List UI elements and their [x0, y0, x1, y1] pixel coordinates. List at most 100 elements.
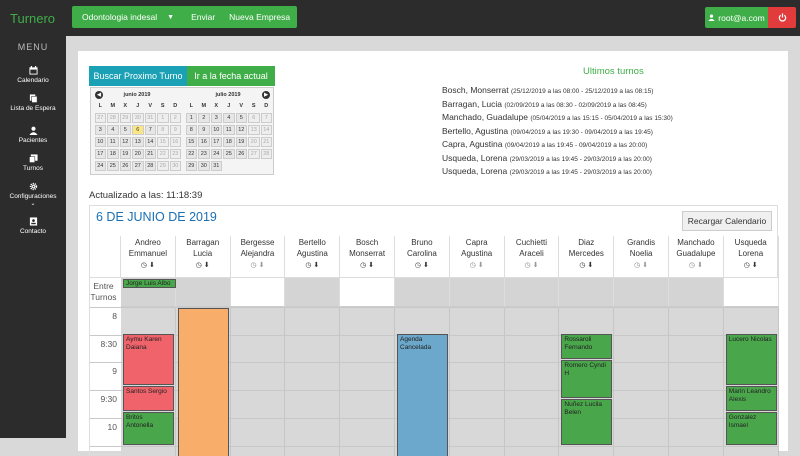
day-cell[interactable]: 31	[210, 161, 222, 171]
download-icon[interactable]: ⬇	[642, 262, 648, 269]
professional-header[interactable]: Andreo Emmanuel ◷ ⬇	[121, 236, 176, 278]
day-cell[interactable]: 2	[169, 113, 181, 123]
day-cell[interactable]: 21	[144, 149, 156, 159]
appointment-block[interactable]	[177, 308, 229, 456]
day-cell[interactable]: 13	[248, 125, 260, 135]
logout-button[interactable]	[768, 7, 796, 28]
professional-header[interactable]: Grandis Noelia ◷ ⬇	[614, 236, 669, 278]
professional-header[interactable]: Diaz Mercedes ◷ ⬇	[559, 236, 615, 278]
day-cell[interactable]: 16	[198, 137, 210, 147]
day-cell[interactable]: 1	[185, 113, 197, 123]
download-icon[interactable]: ⬇	[368, 262, 374, 269]
day-cell[interactable]: 4	[107, 125, 119, 135]
schedule-column[interactable]	[340, 307, 395, 456]
between-appointments-cell[interactable]	[614, 278, 669, 307]
day-cell[interactable]: 29	[185, 161, 197, 171]
professional-header[interactable]: Bergesse Alejandra ◷ ⬇	[230, 236, 286, 278]
download-icon[interactable]: ⬇	[313, 262, 319, 269]
day-cell[interactable]: 9	[198, 125, 210, 135]
between-appointments-cell[interactable]	[559, 278, 615, 307]
download-icon[interactable]: ⬇	[204, 262, 210, 269]
schedule-column[interactable]	[230, 307, 286, 456]
clock-icon[interactable]: ◷	[689, 262, 697, 269]
professional-header[interactable]: Capra Agustina ◷ ⬇	[449, 236, 505, 278]
day-cell[interactable]: 16	[169, 137, 181, 147]
day-cell[interactable]: 1	[157, 113, 169, 123]
day-cell[interactable]: 14	[144, 137, 156, 147]
schedule-column[interactable]	[614, 307, 669, 456]
day-cell[interactable]: 28	[144, 161, 156, 171]
clinic-select[interactable]: Odontologia indesal ▼	[72, 6, 184, 28]
day-cell[interactable]: 12	[235, 125, 247, 135]
day-cell[interactable]: 30	[132, 113, 144, 123]
between-appointments-cell[interactable]	[723, 278, 779, 307]
day-cell[interactable]: 22	[185, 149, 197, 159]
day-cell[interactable]: 24	[210, 149, 222, 159]
download-icon[interactable]: ⬇	[752, 262, 758, 269]
day-cell[interactable]: 29	[157, 161, 169, 171]
clock-icon[interactable]: ◷	[634, 262, 642, 269]
between-appointments-cell[interactable]	[230, 278, 286, 307]
appointment-block[interactable]: Romero Cyndi H	[561, 360, 613, 399]
list-item[interactable]: Barragan, Lucia (02/09/2019 a las 08:30 …	[442, 98, 782, 112]
day-cell[interactable]: 2	[198, 113, 210, 123]
professional-header[interactable]: Barragan Lucia ◷ ⬇	[175, 236, 231, 278]
day-cell[interactable]: 28	[260, 149, 272, 159]
day-cell[interactable]: 30	[198, 161, 210, 171]
between-appointments-cell[interactable]	[175, 278, 231, 307]
list-item[interactable]: Usqueda, Lorena (29/03/2019 a las 19:45 …	[442, 152, 782, 166]
between-appointments-cell[interactable]	[504, 278, 560, 307]
day-cell[interactable]: 27	[132, 161, 144, 171]
go-to-today-button[interactable]: Ir a la fecha actual	[187, 66, 275, 86]
list-item[interactable]: Capra, Agustina (09/04/2019 a las 19:45 …	[442, 138, 782, 152]
between-appointments-cell[interactable]	[669, 278, 724, 307]
sidebar-item-contacto[interactable]: Contacto	[0, 217, 66, 235]
new-company-button[interactable]: Nueva Empresa	[222, 6, 297, 28]
professional-header[interactable]: Cuchietti Araceli ◷ ⬇	[504, 236, 560, 278]
clock-icon[interactable]: ◷	[525, 262, 533, 269]
day-cell[interactable]: 19	[235, 137, 247, 147]
appointment-block[interactable]: Britos Antonella	[123, 412, 174, 445]
day-cell[interactable]: 29	[119, 113, 131, 123]
download-icon[interactable]: ⬇	[697, 262, 703, 269]
list-item[interactable]: Manchado, Guadalupe (05/04/2019 a las 15…	[442, 111, 782, 125]
professional-header[interactable]: Bertello Agustina ◷ ⬇	[285, 236, 341, 278]
next-month-icon[interactable]: ▶	[262, 91, 270, 99]
day-cell[interactable]: 7	[144, 125, 156, 135]
day-cell[interactable]: 19	[119, 149, 131, 159]
appointment-block[interactable]: Santos Sergio	[123, 386, 174, 412]
clock-icon[interactable]: ◷	[196, 262, 204, 269]
download-icon[interactable]: ⬇	[149, 262, 155, 269]
day-cell[interactable]: 26	[119, 161, 131, 171]
day-cell[interactable]: 5	[235, 113, 247, 123]
day-cell[interactable]: 4	[223, 113, 235, 123]
between-appointments-cell[interactable]	[340, 278, 395, 307]
sidebar-item-turnos[interactable]: Turnos	[0, 154, 66, 172]
schedule-column[interactable]	[449, 307, 505, 456]
day-cell[interactable]: 15	[157, 137, 169, 147]
clock-icon[interactable]: ◷	[251, 262, 259, 269]
day-cell[interactable]: 13	[132, 137, 144, 147]
day-cell[interactable]: 10	[210, 125, 222, 135]
day-cell[interactable]: 6	[248, 113, 260, 123]
day-cell[interactable]: 20	[132, 149, 144, 159]
day-cell[interactable]: 23	[169, 149, 181, 159]
day-cell[interactable]: 7	[260, 113, 272, 123]
list-item[interactable]: Bertello, Agustina (09/04/2019 a las 19:…	[442, 125, 782, 139]
search-next-button[interactable]: Buscar Proximo Turno	[89, 66, 187, 86]
download-icon[interactable]: ⬇	[587, 262, 593, 269]
download-icon[interactable]: ⬇	[259, 262, 265, 269]
between-appointment-event[interactable]: Jorge Luis Albo	[123, 279, 176, 288]
day-cell[interactable]: 27	[94, 113, 106, 123]
download-icon[interactable]: ⬇	[423, 262, 429, 269]
user-button[interactable]: root@a.com	[705, 7, 768, 28]
clock-icon[interactable]: ◷	[470, 262, 478, 269]
download-icon[interactable]: ⬇	[478, 262, 484, 269]
sidebar-item-configuraciones[interactable]: Configuraciones ⌄	[0, 182, 66, 207]
professional-header[interactable]: Manchado Guadalupe ◷ ⬇	[669, 236, 724, 278]
day-cell[interactable]: 8	[157, 125, 169, 135]
appointment-block[interactable]: Rossaroli Fernando	[561, 334, 613, 360]
appointment-block[interactable]: Aymu Karen Daiana	[123, 334, 174, 386]
day-cell[interactable]: 3	[210, 113, 222, 123]
sidebar-item-lista-de-espera[interactable]: Lista de Espera	[0, 94, 66, 112]
